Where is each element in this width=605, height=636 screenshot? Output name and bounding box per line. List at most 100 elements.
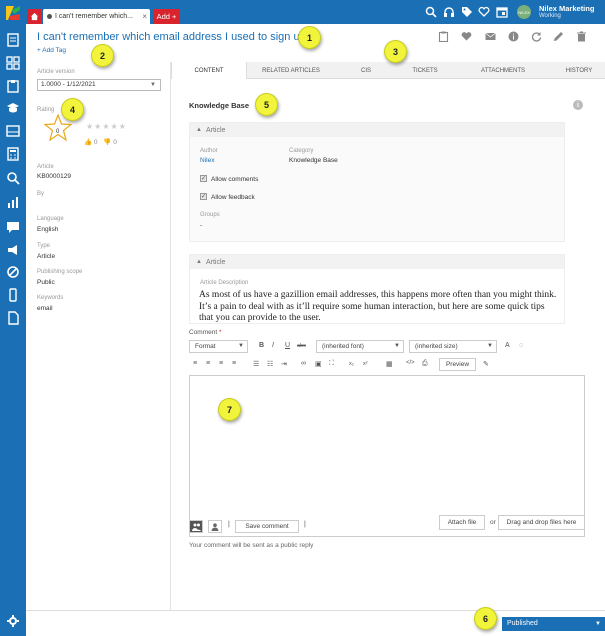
inbox-icon[interactable] xyxy=(6,124,20,138)
calculator-icon[interactable] xyxy=(6,147,20,161)
comment-label-text: Comment xyxy=(189,329,218,336)
align-justify-icon[interactable]: ≡ xyxy=(232,360,236,367)
bold-button[interactable]: B xyxy=(259,342,264,349)
groups-label: Groups xyxy=(200,212,220,218)
refresh-icon[interactable] xyxy=(531,31,542,42)
thumbs-down-icon[interactable]: 👎 xyxy=(103,139,111,146)
author-link[interactable]: Nilex xyxy=(200,157,214,164)
left-sidebar xyxy=(0,0,26,636)
superscript-icon[interactable]: x² xyxy=(363,361,368,367)
home-tab[interactable] xyxy=(27,9,41,24)
align-center-icon[interactable]: ≡ xyxy=(206,360,210,367)
subscript-icon[interactable]: x₂ xyxy=(349,361,354,367)
attach-file-button[interactable]: Attach file xyxy=(439,515,485,530)
search-icon[interactable] xyxy=(6,171,20,185)
avatar[interactable]: NILEX xyxy=(517,5,531,19)
reports-icon[interactable] xyxy=(6,195,20,209)
allow-feedback-checkbox[interactable]: ✓ xyxy=(200,193,207,200)
article-section-header[interactable]: ▲ Article xyxy=(190,123,564,137)
tab-attachments[interactable]: ATTACHMENTS xyxy=(453,62,553,79)
image-icon[interactable]: ▣ xyxy=(315,360,322,368)
article-number-label: Article xyxy=(37,164,54,170)
allow-comments-checkbox[interactable]: ✓ xyxy=(200,175,207,182)
italic-button[interactable]: I xyxy=(272,342,274,349)
groups-value: - xyxy=(200,222,203,229)
chevron-down-icon: ▼ xyxy=(595,621,601,627)
add-button[interactable]: Add + xyxy=(153,9,180,24)
font-size-value: (inherited size) xyxy=(415,343,458,350)
delete-trash-icon[interactable] xyxy=(576,31,587,42)
app-logo-icon[interactable] xyxy=(4,4,22,22)
print-icon[interactable]: ⎙ xyxy=(422,360,428,368)
source-code-icon[interactable]: </> xyxy=(406,360,415,366)
bulleted-list-icon[interactable]: ☰ xyxy=(253,360,259,368)
private-note-button[interactable] xyxy=(208,520,222,533)
email-icon[interactable] xyxy=(485,31,496,42)
public-reply-button[interactable] xyxy=(189,520,203,533)
clipboard-action-icon[interactable] xyxy=(438,31,449,43)
dashboard-icon[interactable] xyxy=(6,33,20,47)
description-section-header[interactable]: ▲ Article xyxy=(190,255,564,269)
grid-icon[interactable] xyxy=(6,56,20,70)
text-color-button[interactable]: A xyxy=(505,342,510,349)
favorites-heart-icon[interactable] xyxy=(478,6,490,18)
file-drop-zone[interactable]: Drag and drop files here xyxy=(498,515,585,530)
preview-button[interactable]: Preview xyxy=(439,358,476,371)
article-number-value: KB0000129 xyxy=(37,173,71,180)
tab-article[interactable]: I can't remember which... × xyxy=(43,9,150,24)
favorite-heart-icon[interactable] xyxy=(461,31,472,42)
status-select[interactable]: Published ▼ xyxy=(502,617,605,631)
strikethrough-button[interactable]: abc xyxy=(297,343,306,349)
calendar-icon[interactable] xyxy=(496,6,508,18)
article-properties-panel: Article version 1.0000 - 1/12/2021 ▼ Rat… xyxy=(26,62,171,610)
tab-close-icon[interactable]: × xyxy=(142,12,147,21)
save-comment-button[interactable]: Save comment xyxy=(235,520,299,533)
tag-icon[interactable] xyxy=(461,6,473,18)
tab-tickets[interactable]: TICKETS xyxy=(397,62,453,79)
info-action-icon[interactable] xyxy=(508,31,519,42)
add-tag-link[interactable]: + Add Tag xyxy=(37,47,66,54)
numbered-list-icon[interactable]: ☷ xyxy=(267,360,273,368)
chevron-down-icon: ▼ xyxy=(238,343,244,349)
block-icon[interactable] xyxy=(6,265,20,279)
clear-format-icon[interactable]: ✎ xyxy=(483,360,489,368)
mobile-icon[interactable] xyxy=(6,288,20,302)
version-select[interactable]: 1.0000 - 1/12/2021 ▼ xyxy=(37,79,161,91)
thumbs-up-icon[interactable]: 👍 xyxy=(84,139,92,146)
align-left-icon[interactable]: ≡ xyxy=(193,360,197,367)
document-icon[interactable] xyxy=(6,311,20,325)
font-family-select[interactable]: (inherited font) ▼ xyxy=(316,340,404,353)
comment-label: Comment * xyxy=(189,329,222,336)
link-icon[interactable]: ∞ xyxy=(301,360,306,367)
tab-history[interactable]: HISTORY xyxy=(553,62,605,79)
callout-marker: 2 xyxy=(91,44,114,67)
indent-icon[interactable]: ⇥ xyxy=(281,360,287,368)
language-value: English xyxy=(37,226,59,233)
clipboard-icon[interactable] xyxy=(6,79,20,93)
align-right-icon[interactable]: ≡ xyxy=(219,360,223,367)
settings-gear-icon[interactable] xyxy=(6,614,20,628)
background-color-icon[interactable]: ◌ xyxy=(519,342,523,349)
tab-cis[interactable]: CIS xyxy=(335,62,397,79)
info-icon[interactable]: i xyxy=(573,100,583,110)
or-label: or xyxy=(490,519,496,526)
table-icon[interactable]: ▦ xyxy=(386,360,393,368)
comment-editor[interactable] xyxy=(189,375,585,537)
fullscreen-icon[interactable]: ⛶ xyxy=(329,360,334,368)
tab-related-articles[interactable]: RELATED ARTICLES xyxy=(247,62,335,79)
font-size-select[interactable]: (inherited size) ▼ xyxy=(409,340,497,353)
required-mark: * xyxy=(219,329,222,336)
edit-pencil-icon[interactable] xyxy=(553,31,564,42)
user-name[interactable]: Nilex Marketing xyxy=(539,4,594,13)
language-label: Language xyxy=(37,216,64,222)
underline-button[interactable]: U xyxy=(285,342,290,349)
chevron-down-icon: ▼ xyxy=(394,343,400,349)
star-rating-input[interactable]: ★★★★★ xyxy=(86,122,127,131)
format-select[interactable]: Format ▼ xyxy=(189,340,248,353)
megaphone-icon[interactable] xyxy=(6,243,20,257)
global-search-icon[interactable] xyxy=(425,6,437,18)
headset-icon[interactable] xyxy=(443,6,455,18)
tab-content[interactable]: CONTENT xyxy=(171,62,247,79)
chat-icon[interactable] xyxy=(6,220,20,234)
knowledge-cap-icon[interactable] xyxy=(6,101,20,115)
